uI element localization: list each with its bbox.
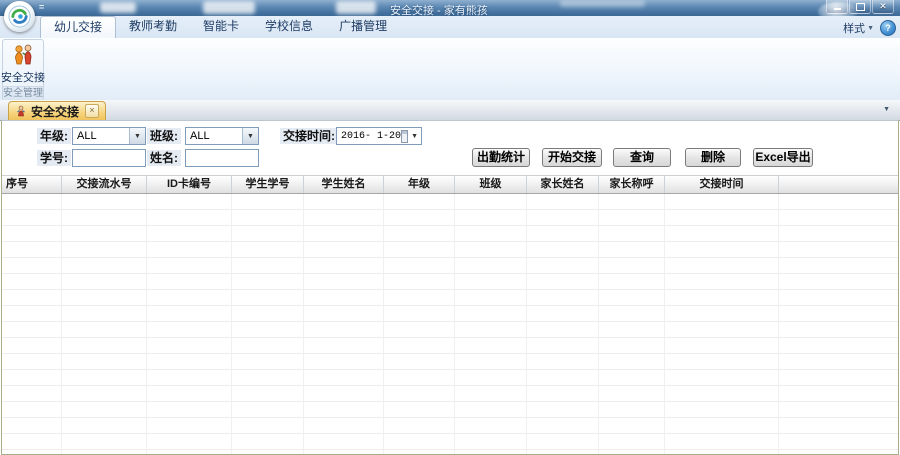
safe-handover-button-label: 安全交接 (1, 69, 45, 85)
titlebar: = 安全交接 - 家有熊孩 ✕ (0, 0, 900, 16)
handover-table: 序号 交接流水号 ID卡编号 学生学号 学生姓名 年级 班级 家长姓名 家长称呼… (2, 175, 898, 454)
table-column-lines (232, 194, 304, 454)
quick-access-blur (203, 1, 255, 14)
table-header: 序号 交接流水号 ID卡编号 学生学号 学生姓名 年级 班级 家长姓名 家长称呼… (2, 175, 898, 194)
table-column-lines (599, 194, 665, 454)
column-header-student-number[interactable]: 学生学号 (232, 176, 304, 193)
dropdown-arrow-icon[interactable]: ▼ (129, 128, 145, 144)
column-header-handover-serial[interactable]: 交接流水号 (62, 176, 147, 193)
children-icon (10, 42, 36, 68)
table-column-lines (62, 194, 147, 454)
tab-label: 广播管理 (339, 19, 387, 33)
excel-export-button[interactable]: Excel导出 (753, 148, 813, 167)
column-header-parent-title[interactable]: 家长称呼 (599, 176, 665, 193)
maximize-icon (856, 3, 865, 11)
close-button[interactable]: ✕ (872, 0, 894, 14)
column-header-grade[interactable]: 年级 (384, 176, 455, 193)
student-name-label: 姓名: (147, 150, 181, 166)
style-dropdown-arrow-icon[interactable]: ▼ (867, 25, 874, 32)
window-controls: ✕ (825, 0, 894, 14)
table-column-lines (304, 194, 384, 454)
handover-date-value: 2016- 1-20 (337, 131, 401, 142)
ribbon-group-security: 安全交接 安全管理 (2, 39, 44, 101)
tab-label: 学校信息 (265, 19, 313, 33)
table-body-empty (2, 194, 898, 454)
table-column-lines (455, 194, 527, 454)
tab-child-handover[interactable]: 幼儿交接 (40, 16, 116, 38)
safe-handover-button[interactable]: 安全交接 (3, 40, 43, 86)
column-header-handover-time[interactable]: 交接时间 (665, 176, 779, 193)
class-label: 班级: (147, 128, 181, 144)
tab-label: 教师考勤 (129, 19, 177, 33)
tab-label: 幼儿交接 (54, 20, 102, 34)
quick-access-blur (100, 2, 136, 13)
table-column-lines (384, 194, 455, 454)
quick-access-blur (336, 1, 376, 14)
start-handover-button[interactable]: 开始交接 (542, 148, 602, 167)
grade-select[interactable]: ALL ▼ (72, 127, 146, 145)
student-number-label: 学号: (37, 150, 71, 166)
student-name-input[interactable] (185, 149, 259, 167)
query-button[interactable]: 查询 (613, 148, 671, 167)
table-column-lines (665, 194, 779, 454)
column-header-class[interactable]: 班级 (455, 176, 527, 193)
app-window: = 安全交接 - 家有熊孩 ✕ 幼儿交接 教师考勤 智能卡 学校信息 广播管理 … (0, 0, 900, 455)
column-header-parent-name[interactable]: 家长姓名 (527, 176, 599, 193)
student-number-input[interactable] (72, 149, 146, 167)
class-select-value: ALL (186, 128, 242, 144)
table-column-lines (2, 194, 62, 454)
group-label-security: 安全管理 (3, 86, 43, 100)
ribbon-tabs: 幼儿交接 教师考勤 智能卡 学校信息 广播管理 (40, 16, 400, 38)
close-icon: ✕ (879, 2, 887, 11)
table-column-lines (147, 194, 232, 454)
tab-overflow-icon[interactable]: ▼ (883, 106, 890, 113)
app-logo-icon (8, 5, 31, 28)
column-header-filler (779, 176, 898, 193)
minimize-icon (834, 8, 841, 10)
table-column-lines (527, 194, 599, 454)
delete-button[interactable]: 删除 (685, 148, 741, 167)
app-logo-button[interactable] (4, 1, 35, 32)
date-dropdown-arrow-icon[interactable]: ▼ (411, 133, 418, 140)
calendar-icon[interactable] (401, 130, 408, 143)
maximize-button[interactable] (849, 0, 871, 14)
titlebar-glare (560, 0, 645, 7)
document-tab-bar: 安全交接 × ▼ (0, 100, 900, 121)
grade-select-value: ALL (73, 128, 129, 144)
tab-label: 智能卡 (203, 19, 239, 33)
style-menu[interactable]: 样式 (843, 20, 865, 36)
dropdown-arrow-icon[interactable]: ▼ (242, 128, 258, 144)
column-header-student-name[interactable]: 学生姓名 (304, 176, 384, 193)
doc-tab-safe-handover[interactable]: 安全交接 × (8, 101, 106, 120)
class-select[interactable]: ALL ▼ (185, 127, 259, 145)
ribbon-tab-bar: 幼儿交接 教师考勤 智能卡 学校信息 广播管理 样式 ▼ ? (0, 16, 900, 38)
tab-school-info[interactable]: 学校信息 (252, 16, 326, 37)
column-header-index[interactable]: 序号 (2, 176, 62, 193)
doc-tab-label: 安全交接 (31, 103, 79, 120)
table-column-lines (779, 194, 898, 454)
attendance-stats-button[interactable]: 出勤统计 (472, 148, 530, 167)
handover-date-picker[interactable]: 2016- 1-20 ▼ (336, 127, 422, 145)
help-icon[interactable]: ? (880, 20, 896, 36)
ribbon-content: 安全交接 安全管理 (0, 38, 900, 101)
tab-teacher-attendance[interactable]: 教师考勤 (116, 16, 190, 37)
quick-access-toggle-icon[interactable]: = (39, 2, 44, 12)
handover-time-label: 交接时间: (280, 128, 338, 144)
grade-label: 年级: (37, 128, 71, 144)
tab-broadcast[interactable]: 广播管理 (326, 16, 400, 37)
tab-close-icon[interactable]: × (85, 104, 99, 118)
filter-section: 年级: ALL ▼ 班级: ALL ▼ 交接时间: 2016- 1-20 ▼ 学… (2, 121, 898, 176)
handover-tab-icon (15, 105, 27, 118)
minimize-button[interactable] (826, 0, 848, 14)
safe-handover-panel: 年级: ALL ▼ 班级: ALL ▼ 交接时间: 2016- 1-20 ▼ 学… (1, 120, 899, 455)
tab-smart-card[interactable]: 智能卡 (190, 16, 252, 37)
column-header-id-card[interactable]: ID卡编号 (147, 176, 232, 193)
